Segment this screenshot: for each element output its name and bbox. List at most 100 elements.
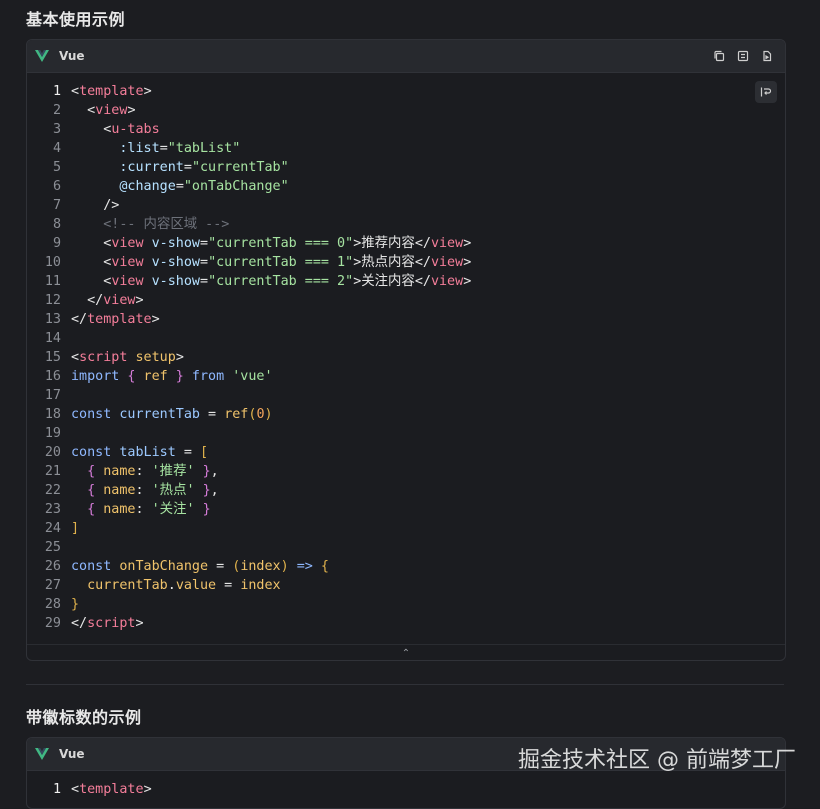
- code-token: '推荐': [151, 464, 195, 479]
- code-text: { name: '热点' },: [71, 481, 785, 500]
- code-token: currentTab: [71, 578, 168, 593]
- code-token: 推荐内容: [361, 236, 415, 251]
- code-token: v-show: [143, 236, 200, 251]
- code-token: const: [71, 407, 112, 422]
- code-text: :list="tabList": [71, 139, 785, 158]
- code-token: view: [111, 255, 144, 270]
- copy-icon[interactable]: [711, 48, 727, 64]
- code-line: 1 <template>: [27, 780, 785, 799]
- word-wrap-icon[interactable]: [755, 81, 777, 103]
- section-title-badge: 带徽标数的示例: [26, 708, 142, 727]
- code-token: >: [143, 84, 152, 99]
- code-header: Vue: [27, 40, 785, 73]
- code-token: </: [414, 274, 431, 289]
- code-token: u-tabs: [111, 122, 160, 137]
- code-line: 11 <view v-show="currentTab === 2">关注内容<…: [27, 272, 785, 291]
- code-text: <u-tabs: [71, 120, 785, 139]
- code-token: view: [430, 255, 464, 270]
- code-token: ): [280, 559, 289, 574]
- code-text: currentTab.value = index: [71, 576, 785, 595]
- code-token: :: [135, 502, 152, 517]
- code-token: @change: [71, 179, 176, 194]
- code-token: view: [430, 236, 464, 251]
- code-token: view: [103, 293, 136, 308]
- code-text: />: [71, 196, 785, 215]
- code-token: {: [312, 559, 329, 574]
- code-token: 0: [256, 407, 265, 422]
- code-token: =: [159, 141, 168, 156]
- code-token: 热点内容: [361, 255, 415, 270]
- code-line: 26 const onTabChange = (index) => {: [27, 557, 785, 576]
- code-line: 15 <script setup>: [27, 348, 785, 367]
- code-token: :current: [71, 160, 184, 175]
- code-text: { name: '关注' }: [71, 500, 785, 519]
- line-number: 23: [44, 502, 61, 517]
- section-title-basic: 基本使用示例: [26, 10, 126, 29]
- code-token: =: [200, 255, 209, 270]
- code-token: "currentTab === 2": [208, 274, 354, 289]
- code-line: 3 <u-tabs: [27, 120, 785, 139]
- code-text: <!-- 内容区域 -->: [71, 215, 785, 234]
- code-line: 24]: [27, 519, 785, 538]
- code-token: =: [200, 407, 225, 422]
- line-number: 13: [44, 312, 61, 327]
- code-token: <!-- 内容区域 -->: [71, 217, 230, 232]
- code-token: {: [71, 464, 96, 479]
- code-token: =: [183, 160, 192, 175]
- code-token: 'vue': [224, 369, 273, 384]
- line-number: 15: [44, 350, 61, 365]
- collapse-code-icon[interactable]: [735, 48, 751, 64]
- code-token: '热点': [151, 483, 195, 498]
- code-token: =: [200, 274, 209, 289]
- code-token: index: [240, 578, 281, 593]
- line-number: 6: [52, 179, 61, 194]
- code-token: ref: [135, 369, 168, 384]
- code-token: ]: [71, 521, 80, 536]
- line-number: 9: [52, 236, 61, 251]
- code-token: from: [183, 369, 225, 384]
- code-token: "currentTab === 1": [208, 255, 354, 270]
- code-line: 17: [27, 386, 785, 405]
- line-number: 25: [44, 540, 61, 555]
- vue-logo-icon: [35, 49, 49, 63]
- code-token: =>: [288, 559, 313, 574]
- code-line: 8 <!-- 内容区域 -->: [27, 215, 785, 234]
- code-text: const onTabChange = (index) => {: [71, 557, 785, 576]
- run-code-icon[interactable]: [759, 48, 775, 64]
- code-line: 4 :list="tabList": [27, 139, 785, 158]
- code-text: }: [71, 595, 785, 614]
- code-token: '关注': [151, 502, 195, 517]
- code-token: name: [95, 464, 136, 479]
- code-token: template: [87, 312, 152, 327]
- code-token: "currentTab": [191, 160, 289, 175]
- code-token: {: [119, 369, 136, 384]
- code-token: "tabList": [167, 141, 241, 156]
- code-token: =: [216, 578, 241, 593]
- code-token: value: [175, 578, 217, 593]
- code-token: :: [135, 483, 152, 498]
- code-token: [: [200, 445, 209, 460]
- code-token: />: [71, 198, 120, 213]
- code-text: <view v-show="currentTab === 0">推荐内容</vi…: [71, 234, 785, 253]
- code-token: }: [194, 464, 211, 479]
- code-line: 6 @change="onTabChange": [27, 177, 785, 196]
- line-number: 4: [52, 141, 61, 156]
- code-text: <view>: [71, 101, 785, 120]
- code-line: 25: [27, 538, 785, 557]
- language-label: Vue: [59, 49, 85, 63]
- code-token: </: [414, 255, 431, 270]
- code-text: ]: [71, 519, 785, 538]
- code-line: 19: [27, 424, 785, 443]
- code-line: 2 <view>: [27, 101, 785, 120]
- collapse-toggle[interactable]: ⌃: [27, 644, 785, 660]
- code-line: 16 import { ref } from 'vue': [27, 367, 785, 386]
- code-token: {: [71, 502, 96, 517]
- line-number: 1: [52, 782, 61, 797]
- code-token: ,: [210, 464, 219, 479]
- code-token: ): [264, 407, 273, 422]
- code-token: script: [87, 616, 136, 631]
- line-number: 5: [52, 160, 61, 175]
- line-number: 8: [52, 217, 61, 232]
